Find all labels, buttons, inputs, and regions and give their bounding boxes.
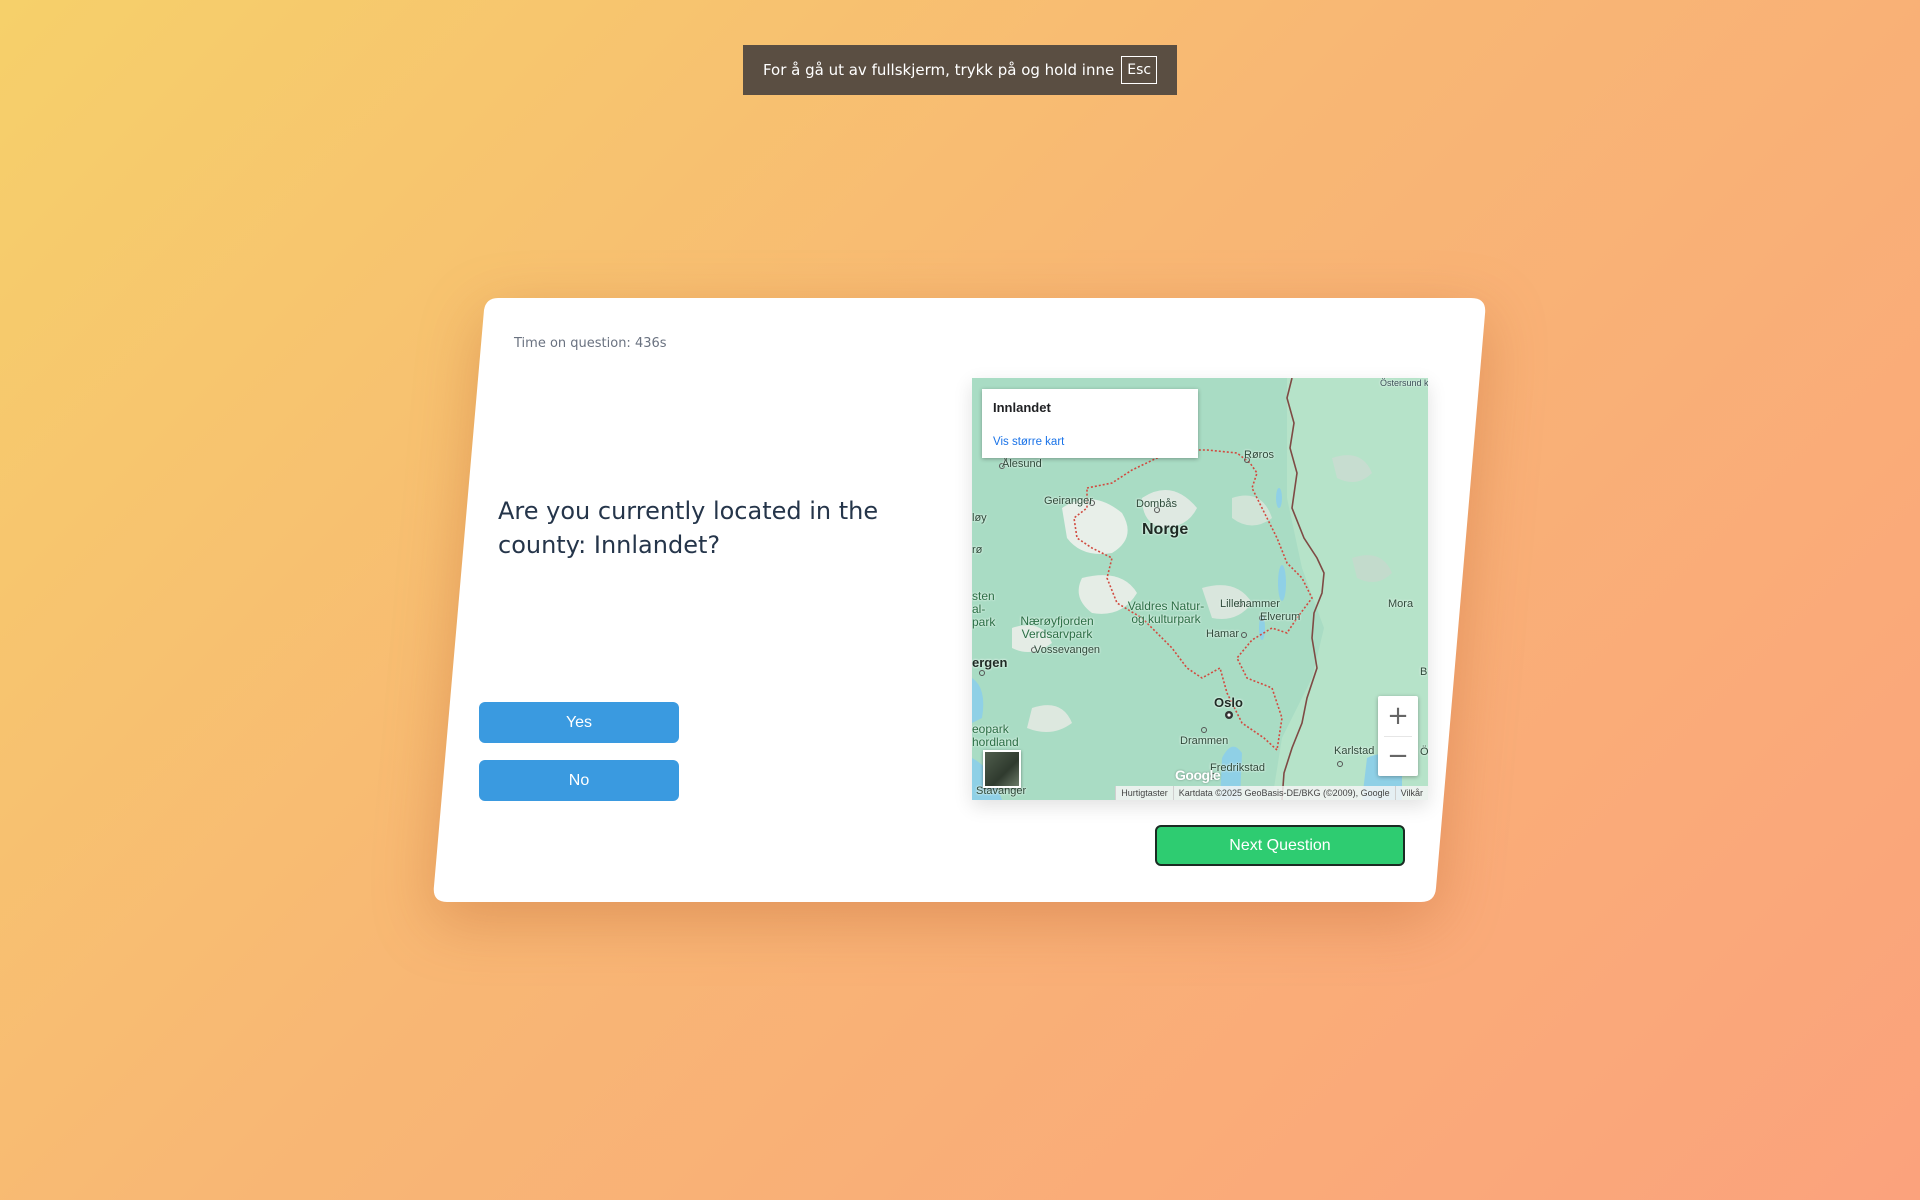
google-logo: Google bbox=[1175, 767, 1221, 783]
map-label-hamar: Hamar bbox=[1206, 628, 1240, 640]
map-label-valdres: Valdres Natur- og kulturpark bbox=[1127, 599, 1205, 626]
question-text: Are you currently located in the county:… bbox=[498, 497, 879, 559]
keyboard-shortcuts-link[interactable]: Hurtigtaster bbox=[1115, 786, 1173, 800]
map-label-dombas: Dombås bbox=[1136, 498, 1177, 510]
map-label-alesund: Ålesund bbox=[1002, 458, 1042, 470]
yes-button[interactable]: Yes bbox=[479, 702, 679, 743]
map-label-loy: løy bbox=[972, 512, 987, 524]
map-label-ostersund: Östersund kommun bbox=[1380, 378, 1428, 388]
map-label-elverum: Elverum bbox=[1260, 611, 1301, 623]
next-question-button[interactable]: Next Question bbox=[1155, 825, 1405, 866]
map-label-o: Ö bbox=[1420, 746, 1428, 758]
map-label-oslo: Oslo bbox=[1214, 695, 1243, 710]
map-attribution-bar: Hurtigtaster Kartdata ©2025 GeoBasis-DE/… bbox=[972, 786, 1428, 800]
map-label-geopark: eopark hordland bbox=[972, 722, 1019, 749]
map-label-mora: Mora bbox=[1388, 598, 1414, 610]
county-map[interactable]: Ålesund Geiranger Dombås Røros Östersund… bbox=[972, 378, 1428, 800]
satellite-toggle-thumbnail[interactable] bbox=[983, 750, 1021, 788]
view-larger-map-link[interactable]: Vis større kart bbox=[993, 436, 1064, 448]
fullscreen-notice-text: For å gå ut av fullskjerm, trykk på og h… bbox=[762, 61, 1115, 79]
map-data-attribution: Kartdata ©2025 GeoBasis-DE/BKG (©2009), … bbox=[1172, 786, 1395, 800]
map-label-drammen: Drammen bbox=[1180, 735, 1229, 747]
zoom-out-button[interactable]: − bbox=[1378, 736, 1418, 776]
question-timer: Time on question: 436s bbox=[514, 336, 667, 351]
terms-link[interactable]: Vilkår bbox=[1394, 786, 1428, 800]
map-label-karlstad: Karlstad bbox=[1334, 745, 1375, 757]
esc-key-badge: Esc bbox=[1121, 56, 1158, 84]
map-label-ro: rø bbox=[972, 544, 983, 556]
no-button[interactable]: No bbox=[479, 760, 679, 801]
map-info-box: Innlandet Vis større kart bbox=[982, 389, 1198, 458]
map-info-title: Innlandet bbox=[993, 400, 1051, 415]
map-label-bergen: ergen bbox=[972, 655, 1008, 670]
map-label-vossevangen: Vossevangen bbox=[1034, 644, 1101, 656]
map-label-lillehammer: Lillehammer bbox=[1220, 598, 1280, 610]
question-card: Time on question: 436s Are you currently… bbox=[432, 298, 1487, 902]
fullscreen-notice: For å gå ut av fullskjerm, trykk på og h… bbox=[743, 45, 1177, 95]
map-label-roros: Røros bbox=[1244, 449, 1274, 461]
map-label-geiranger: Geiranger bbox=[1044, 495, 1093, 507]
map-label-b: B bbox=[1420, 666, 1428, 678]
map-label-naeroyfjorden: Nærøyfjorden Verdsarvpark bbox=[1020, 614, 1094, 641]
map-label-sten: sten al- park bbox=[972, 589, 996, 629]
zoom-in-button[interactable]: + bbox=[1378, 696, 1418, 736]
map-zoom-control: + − bbox=[1378, 696, 1418, 776]
map-label-norway: Norge bbox=[1142, 521, 1189, 538]
